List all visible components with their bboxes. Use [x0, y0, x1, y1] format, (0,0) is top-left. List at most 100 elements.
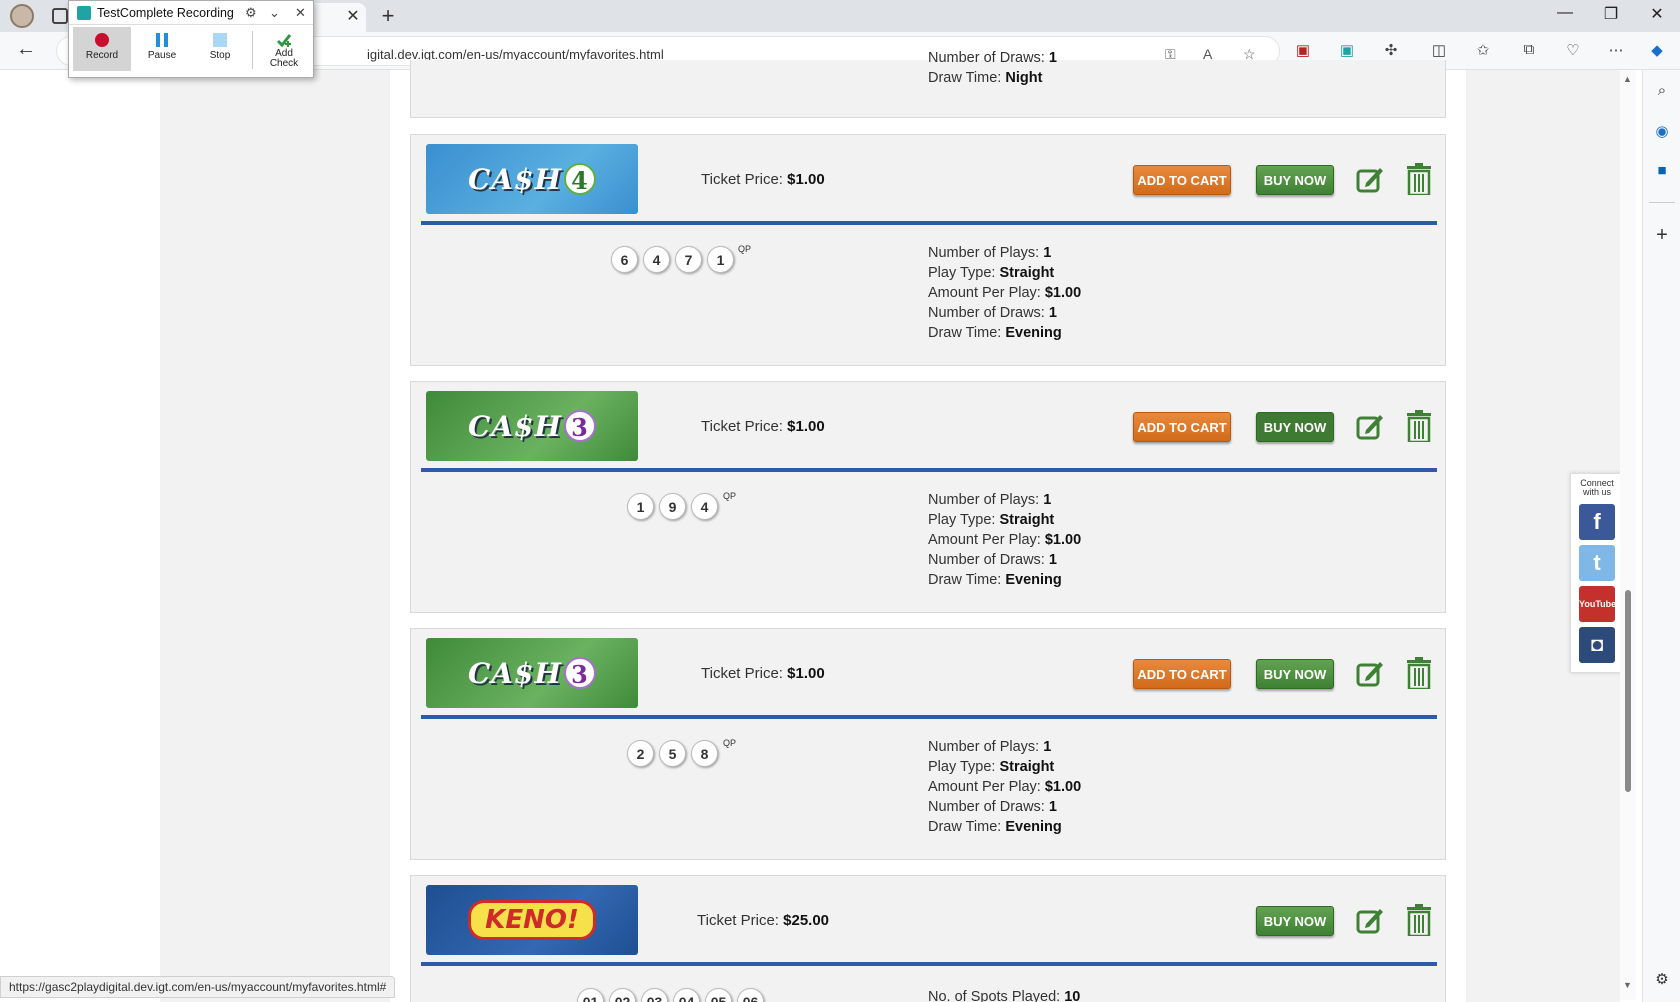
testcomplete-recorder: TestComplete Recording ⚙ ⌄ ✕ Record Paus…	[68, 0, 314, 78]
buy-now-button[interactable]: BUY NOW	[1256, 165, 1334, 195]
delete-icon[interactable]	[1407, 410, 1431, 442]
add-to-cart-button[interactable]: ADD TO CART	[1133, 659, 1231, 689]
youtube-icon[interactable]: YouTube	[1579, 586, 1616, 622]
more-menu-icon[interactable]: ⋯	[1605, 41, 1627, 59]
cash3-logo: CA$H 3	[426, 391, 638, 461]
stop-button[interactable]: Stop	[191, 27, 249, 71]
extension-red-icon[interactable]: ▣	[1292, 41, 1314, 59]
scrollbar-thumb[interactable]	[1625, 590, 1631, 792]
pause-button[interactable]: Pause	[133, 27, 191, 71]
workspaces-icon[interactable]	[52, 8, 68, 24]
play-details: Number of Plays: 1 Play Type: Straight A…	[928, 492, 1082, 588]
search-icon[interactable]: ⌕	[1652, 82, 1672, 102]
cash4-logo: CA$H 4	[426, 144, 638, 214]
status-bar-url: https://gasc2playdigital.dev.igt.com/en-…	[0, 976, 396, 998]
picked-numbers: 01 02 03 04 05 06	[577, 988, 764, 1002]
recorder-close-icon[interactable]: ✕	[295, 5, 306, 21]
number-ball: 8	[691, 740, 718, 767]
sidebar-settings-icon[interactable]: ⚙	[1652, 970, 1672, 990]
play-details: Number of Plays: 1 Play Type: Straight A…	[928, 739, 1082, 835]
picked-numbers: 2 5 8	[627, 740, 718, 767]
favorites-icon[interactable]: ✩	[1472, 41, 1494, 59]
quick-pick-label: QP	[723, 491, 737, 501]
back-icon[interactable]: ←	[16, 38, 36, 61]
number-ball: 7	[675, 246, 702, 273]
page-scrollbar[interactable]	[1620, 70, 1636, 1000]
testcomplete-extension-icon[interactable]: ▣	[1336, 41, 1358, 59]
recorder-titlebar: TestComplete Recording ⚙ ⌄ ✕	[69, 1, 313, 25]
card-divider	[421, 468, 1437, 472]
number-ball: 01	[577, 988, 604, 1002]
play-details: Number of Plays: 1 Play Type: Straight A…	[928, 245, 1082, 341]
ticket-price: Ticket Price: $1.00	[701, 171, 825, 188]
recorder-separator	[252, 31, 253, 69]
profile-avatar[interactable]	[10, 4, 34, 28]
favorite-card: CA$H 3 Ticket Price: $1.00 ADD TO CART BU…	[410, 628, 1446, 860]
performance-icon[interactable]: ♡	[1562, 41, 1584, 59]
number-ball: 5	[659, 740, 686, 767]
partial-details: Number of Draws: 1 Draw Time: Night	[928, 50, 1057, 86]
record-button[interactable]: Record	[73, 27, 131, 71]
delete-icon[interactable]	[1407, 657, 1431, 689]
page-left-margin	[0, 70, 160, 1002]
facebook-icon[interactable]: f	[1579, 504, 1615, 540]
copilot-icon[interactable]: ◆	[1646, 41, 1668, 59]
pause-icon	[156, 33, 168, 47]
tab-close-icon[interactable]: ✕	[344, 6, 362, 26]
extensions-icon[interactable]: ✣	[1380, 41, 1402, 59]
buy-now-button[interactable]: BUY NOW	[1256, 412, 1334, 442]
add-to-cart-button[interactable]: ADD TO CART	[1133, 165, 1231, 195]
number-ball: 05	[705, 988, 732, 1002]
scroll-down-icon[interactable]: ▼	[1623, 980, 1632, 990]
number-ball: 06	[737, 988, 764, 1002]
split-screen-icon[interactable]: ◫	[1428, 41, 1450, 59]
instagram-icon[interactable]: ◘	[1579, 627, 1615, 663]
number-ball: 9	[659, 493, 686, 520]
card-divider	[421, 715, 1437, 719]
stop-icon	[213, 33, 227, 47]
page-left-gutter	[160, 70, 390, 1002]
recorder-settings-icon[interactable]: ⚙	[245, 5, 257, 21]
connect-widget: Connect with us f t YouTube ◘	[1570, 473, 1622, 673]
edit-icon[interactable]	[1356, 165, 1384, 193]
picked-numbers: 6 4 7 1	[611, 246, 734, 273]
keno-logo: KENO!	[426, 885, 638, 955]
collections-icon[interactable]: ⧉	[1518, 41, 1540, 58]
connect-title: Connect with us	[1580, 478, 1614, 497]
twitter-icon[interactable]: t	[1579, 545, 1615, 581]
favorite-card: CA$H 3 Ticket Price: $1.00 ADD TO CART BU…	[410, 381, 1446, 613]
outlook-icon[interactable]: ■	[1652, 162, 1672, 182]
number-ball: 1	[707, 246, 734, 273]
delete-icon[interactable]	[1407, 904, 1431, 936]
cash3-logo: CA$H 3	[426, 638, 638, 708]
window-close-icon[interactable]: ✕	[1642, 4, 1672, 24]
scroll-up-icon[interactable]: ▲	[1623, 74, 1632, 84]
buy-now-button[interactable]: BUY NOW	[1256, 906, 1334, 936]
maximize-icon[interactable]: ❐	[1596, 4, 1626, 24]
buy-now-button[interactable]: BUY NOW	[1256, 659, 1334, 689]
minimize-icon[interactable]: —	[1550, 4, 1580, 22]
new-tab-icon[interactable]: +	[376, 3, 400, 29]
add-sidebar-app-icon[interactable]: +	[1652, 224, 1672, 246]
number-ball: 1	[627, 493, 654, 520]
browser-window: ✕ + — ❐ ✕ ← igital.dev.igt.com/en-us/mya…	[0, 0, 1680, 1002]
add-check-icon	[276, 34, 292, 48]
edit-icon[interactable]	[1356, 659, 1384, 687]
number-ball: 4	[643, 246, 670, 273]
card-divider	[421, 221, 1437, 225]
testcomplete-logo-icon	[77, 6, 91, 20]
number-ball: 2	[627, 740, 654, 767]
ticket-price: Ticket Price: $25.00	[697, 912, 830, 929]
copilot-sidebar-icon[interactable]: ◉	[1652, 122, 1672, 142]
number-ball: 4	[691, 493, 718, 520]
add-check-button[interactable]: Add Check	[255, 27, 313, 71]
number-ball: 04	[673, 988, 700, 1002]
recorder-collapse-icon[interactable]: ⌄	[269, 5, 280, 21]
edit-icon[interactable]	[1356, 906, 1384, 934]
edit-icon[interactable]	[1356, 412, 1384, 440]
picked-numbers: 1 9 4	[627, 493, 718, 520]
add-to-cart-button[interactable]: ADD TO CART	[1133, 412, 1231, 442]
favorite-card-partial: Number of Draws: 1 Draw Time: Night	[410, 50, 1446, 118]
delete-icon[interactable]	[1407, 163, 1431, 195]
recorder-title: TestComplete Recording	[97, 6, 234, 20]
